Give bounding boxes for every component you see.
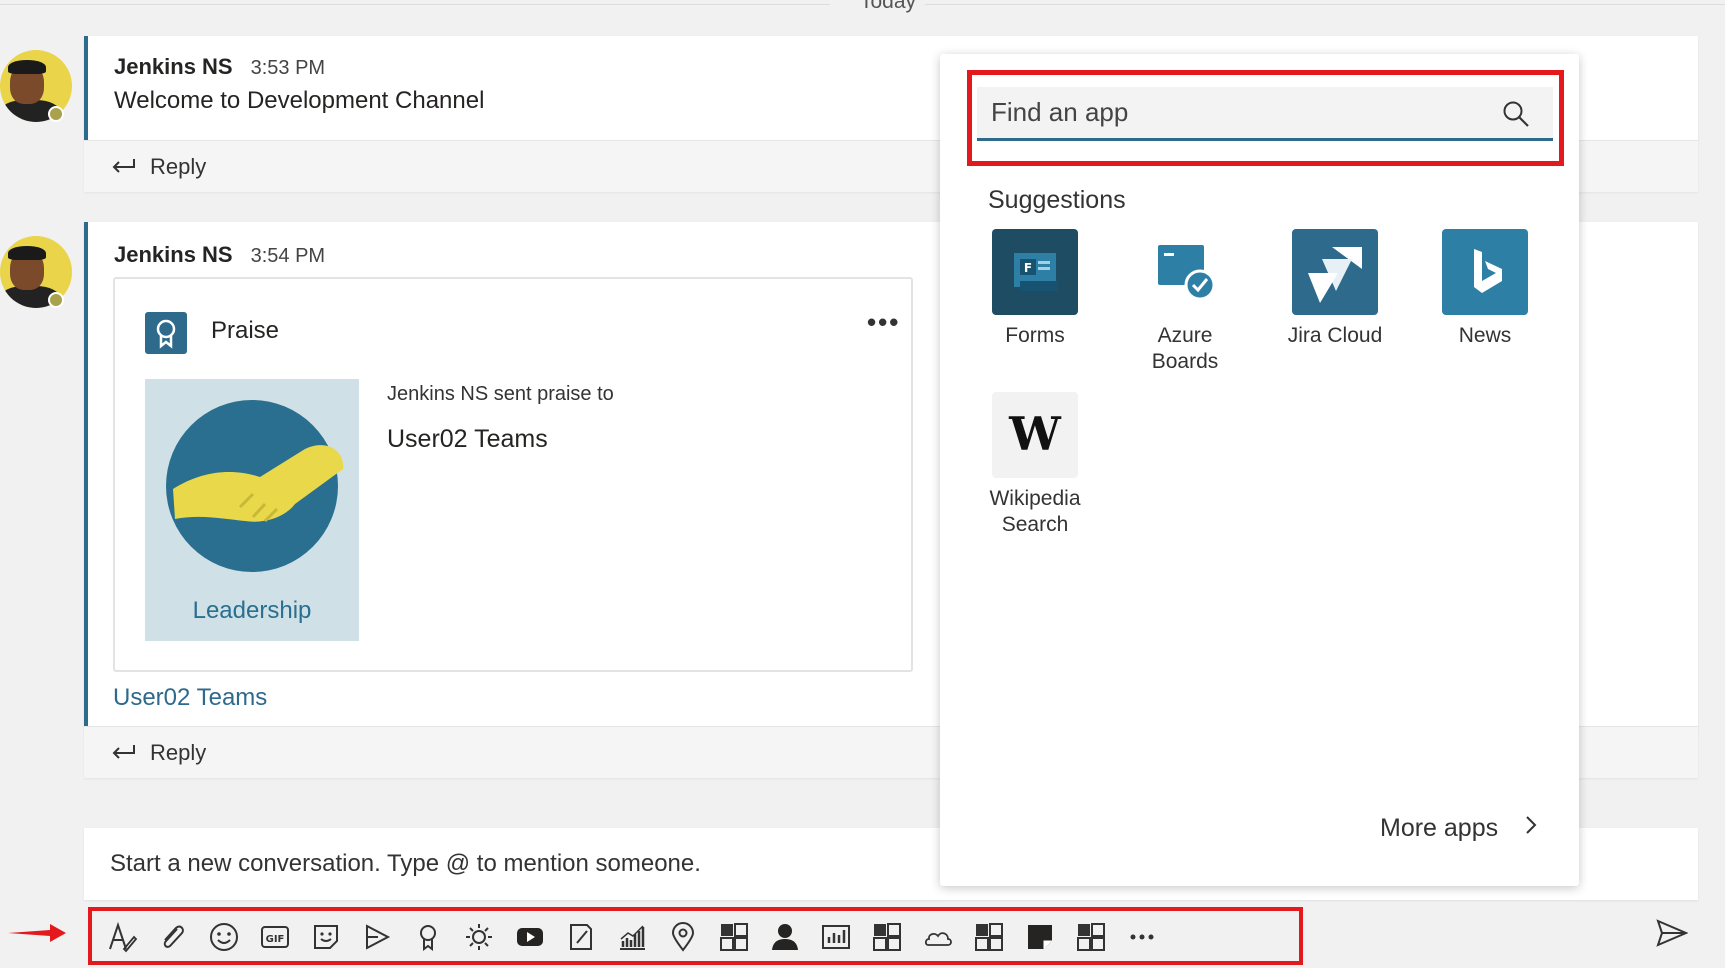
praise-badge-icon (145, 312, 187, 354)
gif-icon[interactable]: GIF (257, 919, 293, 955)
reply-arrow-icon (110, 157, 136, 177)
more-icon[interactable] (1124, 919, 1160, 955)
app-name: Azure Boards (1151, 324, 1219, 373)
azure-boards-icon (1142, 229, 1228, 315)
app-picker-flyout: Suggestions F Forms Azure Boards (940, 54, 1579, 886)
chart-icon[interactable] (614, 919, 650, 955)
svg-text:GIF: GIF (266, 934, 285, 945)
send-button[interactable] (1656, 918, 1689, 953)
reply-arrow-icon (110, 743, 136, 763)
message-author[interactable]: Jenkins NS (114, 54, 233, 80)
leadership-badge-image: Leadership (145, 379, 359, 641)
notes-icon[interactable] (563, 919, 599, 955)
message-time: 3:53 PM (250, 57, 326, 79)
divider-line-right (925, 4, 1725, 5)
presence-status-icon (48, 292, 64, 308)
presence-status-icon (48, 106, 64, 122)
wikipedia-icon: W (992, 392, 1078, 478)
message-header: Jenkins NS 3:53 PM (114, 54, 325, 80)
date-label: Today (860, 0, 917, 13)
more-options-icon[interactable]: ••• (867, 307, 900, 338)
praise-sent-text: Jenkins NS sent praise to (387, 383, 614, 405)
handshake-icon (166, 400, 344, 572)
praise-icon[interactable] (410, 919, 446, 955)
emoji-icon[interactable] (206, 919, 242, 955)
attach-icon[interactable] (155, 919, 191, 955)
app-icon[interactable] (971, 919, 1007, 955)
sticker-icon[interactable] (308, 919, 344, 955)
jira-cloud-icon (1292, 229, 1378, 315)
more-apps-link[interactable]: More apps (1380, 814, 1538, 843)
app-tile-forms[interactable]: F Forms (965, 229, 1105, 349)
report-icon[interactable] (818, 919, 854, 955)
find-app-search-input[interactable] (977, 87, 1553, 141)
app-tile-wikipedia-search[interactable]: W Wikipedia Search (965, 392, 1105, 538)
app-icon[interactable] (716, 919, 752, 955)
news-bing-icon (1442, 229, 1528, 315)
app-icon[interactable] (1073, 919, 1109, 955)
weather-icon[interactable] (461, 919, 497, 955)
location-icon[interactable] (665, 919, 701, 955)
compose-toolbar: GIF (88, 907, 1303, 965)
reply-label: Reply (150, 153, 207, 179)
app-tile-jira-cloud[interactable]: Jira Cloud (1265, 229, 1405, 349)
message-time: 3:54 PM (250, 245, 326, 267)
app-icon[interactable] (869, 919, 905, 955)
divider-line-left (0, 4, 830, 5)
cloud-icon[interactable] (920, 919, 956, 955)
svg-text:W: W (1008, 407, 1062, 461)
suggestions-title: Suggestions (988, 186, 1126, 214)
message-header: Jenkins NS 3:54 PM (114, 242, 325, 268)
person-icon[interactable] (767, 919, 803, 955)
praise-card[interactable]: Praise ••• Leadership Jenkins NS sent pr… (113, 277, 913, 672)
more-apps-label: More apps (1380, 814, 1499, 842)
app-tile-news[interactable]: News (1415, 229, 1555, 349)
svg-text:F: F (1024, 261, 1032, 275)
badge-label: Leadership (192, 597, 312, 624)
app-name: Wikipedia Search (989, 487, 1081, 536)
message-text: Welcome to Development Channel (114, 87, 485, 114)
avatar-hair (8, 246, 46, 260)
praise-recipient: User02 Teams (387, 425, 548, 453)
send-icon (1656, 919, 1689, 947)
app-name: Forms (1005, 324, 1065, 347)
praise-title: Praise (211, 317, 280, 344)
search-icon[interactable] (1502, 100, 1530, 133)
youtube-icon[interactable] (512, 919, 548, 955)
compose-placeholder[interactable]: Start a new conversation. Type @ to ment… (110, 850, 701, 878)
app-name: Jira Cloud (1287, 324, 1383, 347)
app-tile-azure-boards[interactable]: Azure Boards (1115, 229, 1255, 375)
avatar-hair (8, 60, 46, 74)
note-icon[interactable] (1022, 919, 1058, 955)
message-author[interactable]: Jenkins NS (114, 242, 233, 268)
date-divider: Today (0, 0, 1725, 20)
forms-icon: F (992, 229, 1078, 315)
app-name: News (1458, 324, 1512, 347)
annotation-arrow-icon (8, 924, 66, 942)
meet-icon[interactable] (359, 919, 395, 955)
mention-link[interactable]: User02 Teams (113, 684, 267, 712)
reply-label: Reply (150, 739, 207, 765)
chevron-right-icon (1524, 814, 1538, 843)
format-icon[interactable] (104, 919, 140, 955)
